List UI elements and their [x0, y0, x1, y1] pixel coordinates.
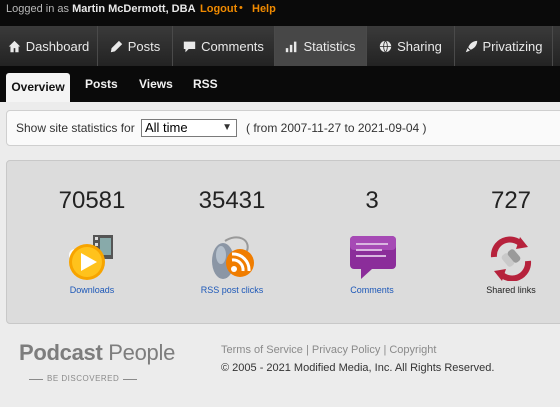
date-range-text: ( from 2007-11-27 to 2021-09-04 ): [246, 121, 427, 135]
logged-in-prefix: Logged in as: [6, 3, 69, 15]
logo-light-text: People: [108, 340, 175, 365]
stat-caption[interactable]: Downloads: [32, 285, 152, 295]
subtab-rss[interactable]: RSS: [193, 71, 218, 97]
stat-value: 727: [490, 187, 532, 214]
pencil-icon: [110, 40, 122, 52]
logout-link[interactable]: Logout: [200, 3, 237, 15]
footer-links: Terms of Service | Privacy Policy | Copy…: [221, 344, 436, 356]
share-link-icon: [490, 236, 532, 281]
main-nav: Dashboard Posts Comments Statistics Shar…: [0, 26, 560, 66]
copyright-text: © 2005 - 2021 Modified Media, Inc. All R…: [221, 362, 495, 374]
mouse-rss-icon[interactable]: [207, 235, 257, 281]
stats-panel: 70581 Downloads 35431 RSS post clicks 3: [6, 160, 560, 324]
rocket-icon: [465, 40, 477, 52]
tab-posts-label: Posts: [127, 38, 161, 54]
footer: Podcast People BE DISCOVERED Terms of Se…: [0, 334, 560, 407]
comment-bubble-icon[interactable]: [347, 235, 397, 281]
stat-caption: Shared links: [486, 285, 536, 295]
home-icon: [8, 40, 20, 52]
privacy-policy-link[interactable]: Privacy Policy: [312, 344, 380, 356]
tab-statistics[interactable]: Statistics: [275, 26, 367, 66]
date-filter-label: Show site statistics for: [16, 121, 135, 135]
tab-privatizing-label: Privatizing: [482, 38, 543, 54]
tab-privatizing[interactable]: Privatizing: [455, 26, 553, 66]
topbar-separator: •: [239, 2, 243, 14]
bar-chart-icon: [286, 41, 297, 52]
footer-link-separator: |: [305, 344, 309, 356]
stat-value: 35431: [198, 187, 266, 214]
stat-value: 70581: [58, 187, 126, 214]
tab-statistics-label: Statistics: [303, 38, 356, 54]
tab-comments[interactable]: Comments: [173, 26, 275, 66]
tab-posts[interactable]: Posts: [98, 26, 173, 66]
footer-link-separator: |: [383, 344, 387, 356]
logo-tagline: BE DISCOVERED: [28, 374, 138, 383]
subtab-posts[interactable]: Posts: [85, 71, 118, 97]
logo-bold-text: Podcast: [19, 340, 103, 365]
sub-nav: Overview Posts Views RSS: [0, 66, 560, 102]
stat-value: 3: [365, 187, 379, 214]
tab-sharing[interactable]: Sharing: [367, 26, 455, 66]
chevron-down-icon: ▼: [222, 122, 232, 133]
logged-in-text: Logged in as Martin McDermott, DBA: [6, 3, 196, 15]
tab-comments-label: Comments: [201, 38, 264, 54]
stat-caption[interactable]: Comments: [312, 285, 432, 295]
user-name: Martin McDermott, DBA: [72, 3, 196, 15]
period-select[interactable]: All time ▼: [141, 119, 237, 137]
speech-bubble-icon: [183, 41, 196, 52]
podcast-people-logo[interactable]: Podcast People: [19, 340, 175, 366]
terms-of-service-link[interactable]: Terms of Service: [221, 344, 303, 356]
subtab-views[interactable]: Views: [139, 71, 173, 97]
stat-caption[interactable]: RSS post clicks: [172, 285, 292, 295]
tab-dashboard[interactable]: Dashboard: [0, 26, 98, 66]
subtab-overview[interactable]: Overview: [6, 73, 70, 102]
play-film-icon[interactable]: [67, 235, 117, 281]
period-select-value: All time: [145, 120, 188, 135]
date-filter-box: Show site statistics for All time ▼ ( fr…: [6, 110, 560, 146]
top-bar: Logged in as Martin McDermott, DBA Logou…: [0, 0, 560, 26]
tab-dashboard-label: Dashboard: [25, 38, 90, 54]
globe-icon: [379, 40, 392, 52]
copyright-link[interactable]: Copyright: [389, 344, 436, 356]
tab-sharing-label: Sharing: [397, 38, 442, 54]
tab-overflow[interactable]: [553, 26, 560, 66]
help-link[interactable]: Help: [252, 3, 276, 15]
